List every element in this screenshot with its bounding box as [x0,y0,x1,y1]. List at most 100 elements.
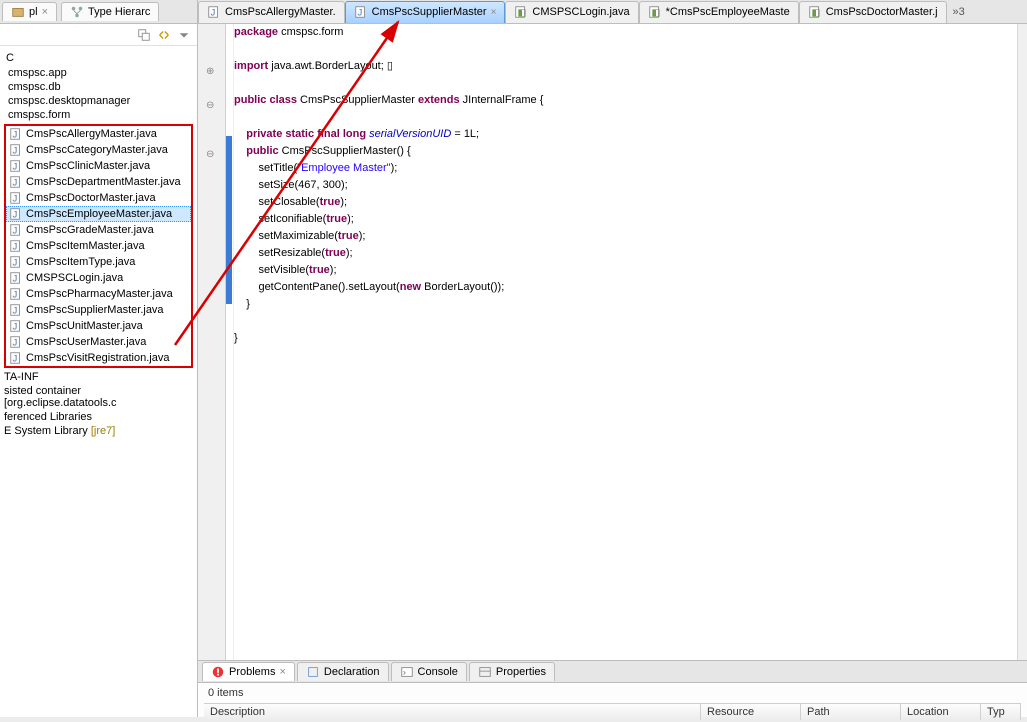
file-item[interactable]: JCmsPscGradeMaster.java [6,222,191,238]
tab-problems[interactable]: Problems × [202,662,295,681]
col-type[interactable]: Typ [981,704,1021,720]
collapse-all-icon[interactable] [137,28,151,42]
bottom-tab-label: Console [418,666,458,678]
file-item[interactable]: JCmsPscCategoryMaster.java [6,142,191,158]
svg-text:J: J [13,242,18,253]
tree-item[interactable]: TA-INF [2,370,195,384]
col-resource[interactable]: Resource [701,704,801,720]
file-item[interactable]: JCmsPscVisitRegistration.java [6,350,191,366]
tab-console[interactable]: Console [391,662,467,681]
svg-text:J: J [13,130,18,141]
console-icon [400,665,414,679]
tree-item[interactable]: sisted container [org.eclipse.datatools.… [2,384,195,410]
package-item[interactable]: cmspsc.db [6,80,195,94]
col-location[interactable]: Location [901,704,981,720]
editor-tab-label: CMSPSCLogin.java [532,6,629,18]
editor-tab[interactable]: ◧CmsPscDoctorMaster.j [799,1,947,23]
svg-text:◧: ◧ [811,8,820,19]
bottom-tab-label: Declaration [324,666,380,678]
file-item[interactable]: JCmsPscUserMaster.java [6,334,191,350]
svg-text:J: J [13,306,18,317]
svg-text:J: J [13,162,18,173]
file-item[interactable]: JCmsPscDoctorMaster.java [6,190,191,206]
file-item[interactable]: JCmsPscDepartmentMaster.java [6,174,191,190]
package-item[interactable]: cmspsc.app [6,66,195,80]
java-file-icon: J [9,303,23,317]
close-icon[interactable]: × [279,666,285,678]
file-item[interactable]: J CmsPscSupplierMaster.java [6,302,191,318]
editor-tab[interactable]: ◧ *CmsPscEmployeeMaste [639,1,799,23]
file-item[interactable]: J CmsPscAllergyMaster.java [6,126,191,142]
java-file-icon: J [354,5,368,19]
svg-text:J: J [211,8,216,19]
file-label: CmsPscCategoryMaster.java [26,144,168,156]
editor-tab-label: CmsPscSupplierMaster [372,6,487,18]
file-label: CmsPscUnitMaster.java [26,320,143,332]
close-icon[interactable]: × [42,6,48,18]
java-file-icon: J [9,335,23,349]
svg-text:◧: ◧ [518,8,527,19]
tree-item-jre[interactable]: E System Library [jre7] [2,424,195,438]
view-menu-icon[interactable] [177,28,191,42]
expand-marker-icon[interactable]: ⊕ [206,66,214,77]
hierarchy-icon [70,5,84,19]
editor-tabbar: J CmsPscAllergyMaster. J CmsPscSupplierMast… [198,0,1027,24]
file-label: CmsPscPharmacyMaster.java [26,288,173,300]
sidebar-tab-type-hierarchy[interactable]: Type Hierarc [61,2,159,21]
tree-root[interactable]: C [2,50,195,66]
tree-item[interactable]: ferenced Libraries [2,410,195,424]
java-file-icon: J [9,127,23,141]
editor-tab-label: CmsPscAllergyMaster. [225,6,336,18]
file-item[interactable]: J CmsPscClinicMaster.java [6,158,191,174]
editor-tab[interactable]: J CmsPscAllergyMaster. [198,1,345,23]
svg-text:J: J [13,194,18,205]
tab-declaration[interactable]: Declaration [297,662,389,681]
file-item[interactable]: JCMSPSCLogin.java [6,270,191,286]
col-description[interactable]: Description [204,704,701,720]
java-file-icon: J [207,5,221,19]
bottom-tab-label: Properties [496,666,546,678]
svg-text:◧: ◧ [651,8,660,19]
file-label: CmsPscUserMaster.java [26,336,146,348]
editor-gutter[interactable]: ⊕ ⊖ ⊖ [198,24,226,660]
jre-prefix: E System Library [4,425,91,437]
package-tree[interactable]: C cmspsc.app cmspsc.db cmspsc.desktopman… [0,46,197,442]
java-file-icon: J [9,287,23,301]
problems-body: 0 items Description Resource Path Locati… [198,683,1027,722]
java-file-icon: J [9,223,23,237]
java-file-icon: J [9,319,23,333]
file-item[interactable]: JCmsPscUnitMaster.java [6,318,191,334]
bottom-panel: Problems × Declaration Console Propertie… [198,660,1027,717]
code-editor[interactable]: package cmspsc.form import java.awt.Bord… [234,24,1017,660]
file-item[interactable]: JCmsPscEmployeeMaster.java [6,206,191,222]
file-label: CmsPscAllergyMaster.java [26,128,157,140]
svg-text:J: J [357,8,362,19]
file-label: CmsPscClinicMaster.java [26,160,150,172]
editor-area: J CmsPscAllergyMaster. J CmsPscSupplierMast… [198,0,1027,660]
java-file-icon: J [9,239,23,253]
sidebar-toolbar [0,24,197,46]
sidebar-tab-package-explorer[interactable]: pl × [2,2,57,21]
jre-suffix: [jre7] [91,425,115,437]
tab-properties[interactable]: Properties [469,662,555,681]
bottom-tabbar: Problems × Declaration Console Propertie… [198,661,1027,683]
editor-more-tabs[interactable]: »3 [947,6,971,18]
sidebar-tab-label: Type Hierarc [88,6,150,18]
editor-tab[interactable]: J CmsPscSupplierMaster × [345,1,506,23]
collapse-marker-icon[interactable]: ⊖ [206,149,214,160]
editor-tab[interactable]: ◧ CMSPSCLogin.java [505,1,638,23]
close-icon[interactable]: × [491,7,497,18]
link-editor-icon[interactable] [157,28,171,42]
file-item[interactable]: JCmsPscItemMaster.java [6,238,191,254]
package-item[interactable]: cmspsc.form [6,108,195,122]
java-file-icon: J [9,207,23,221]
java-file-icon: J [9,271,23,285]
package-item[interactable]: cmspsc.desktopmanager [6,94,195,108]
editor-tab-label: *CmsPscEmployeeMaste [666,6,790,18]
file-label: CmsPscSupplierMaster.java [26,304,164,316]
collapse-marker-icon[interactable]: ⊖ [206,100,214,111]
col-path[interactable]: Path [801,704,901,720]
file-item[interactable]: JCmsPscPharmacyMaster.java [6,286,191,302]
overview-ruler[interactable] [1017,24,1027,660]
file-item[interactable]: JCmsPscItemType.java [6,254,191,270]
